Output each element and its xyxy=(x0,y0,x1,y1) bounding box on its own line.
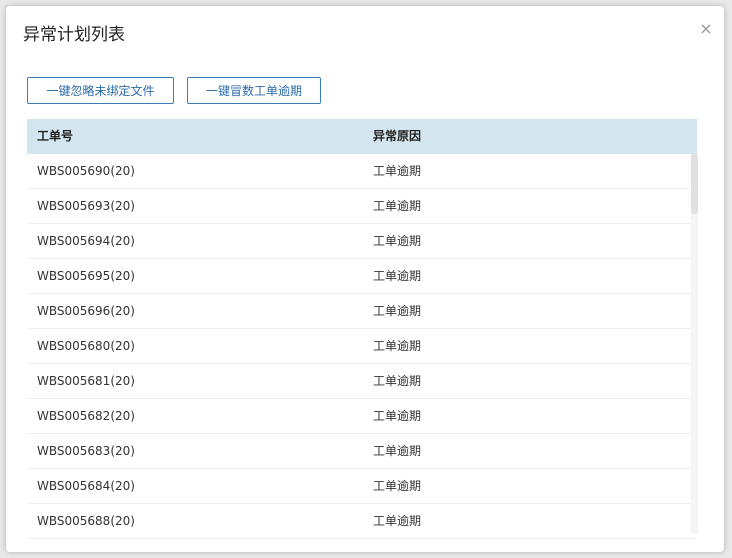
order-number-cell: WBS005684(20) xyxy=(37,479,135,493)
reason-cell: 工单逾期 xyxy=(373,514,422,528)
reason-cell: 工单逾期 xyxy=(373,304,422,318)
reason-cell: 工单逾期 xyxy=(373,374,422,388)
order-number-cell: WBS005682(20) xyxy=(37,409,135,423)
scrollbar-thumb[interactable] xyxy=(691,154,698,214)
ignore-unbound-files-button[interactable]: 一键忽略未绑定文件 xyxy=(27,77,174,104)
table-scrollbar[interactable] xyxy=(691,154,698,534)
reason-cell: 工单逾期 xyxy=(373,479,422,493)
reason-cell: 工单逾期 xyxy=(373,234,422,248)
reason-cell: 工单逾期 xyxy=(373,444,422,458)
abnormal-plan-table: 工单号 异常原因 WBS005690(20) 工单逾期 WBS005693(20) 工… xyxy=(27,119,697,544)
table-row[interactable]: WBS005696(20) 工单逾期 xyxy=(27,294,697,329)
order-number-cell: WBS005695(20) xyxy=(37,269,135,283)
order-number-cell: WBS005683(20) xyxy=(37,444,135,458)
column-header-reason: 异常原因 xyxy=(373,129,422,143)
reason-cell: 工单逾期 xyxy=(373,339,422,353)
table-row[interactable]: WBS005693(20) 工单逾期 xyxy=(27,189,697,224)
reason-cell: 工单逾期 xyxy=(373,164,422,178)
table-row[interactable]: WBS005680(20) 工单逾期 xyxy=(27,329,697,364)
column-header-order-number: 工单号 xyxy=(37,129,74,143)
table-row[interactable]: WBS005682(20) 工单逾期 xyxy=(27,399,697,434)
table-row[interactable]: WBS005694(20) 工单逾期 xyxy=(27,224,697,259)
table-row[interactable]: WBS005688(20) 工单逾期 xyxy=(27,504,697,539)
reason-cell: 工单逾期 xyxy=(373,269,422,283)
order-number-cell: WBS005696(20) xyxy=(37,304,135,318)
table-body: WBS005690(20) 工单逾期 WBS005693(20) 工单逾期 WBS005… xyxy=(27,154,697,539)
table-row[interactable]: WBS005684(20) 工单逾期 xyxy=(27,469,697,504)
order-number-cell: WBS005688(20) xyxy=(37,514,135,528)
reason-cell: 工单逾期 xyxy=(373,199,422,213)
order-number-cell: WBS005681(20) xyxy=(37,374,135,388)
abnormal-plan-dialog: 异常计划列表 × 一键忽略未绑定文件 一键冒数工单逾期 工单号 异常原因 WBS… xyxy=(6,6,724,552)
reason-cell: 工单逾期 xyxy=(373,409,422,423)
table-row[interactable]: WBS005681(20) 工单逾期 xyxy=(27,364,697,399)
order-number-cell: WBS005680(20) xyxy=(37,339,135,353)
batch-overdue-button[interactable]: 一键冒数工单逾期 xyxy=(187,77,321,104)
table-row[interactable]: WBS005683(20) 工单逾期 xyxy=(27,434,697,469)
table-header: 工单号 异常原因 xyxy=(27,119,697,154)
order-number-cell: WBS005690(20) xyxy=(37,164,135,178)
order-number-cell: WBS005693(20) xyxy=(37,199,135,213)
order-number-cell: WBS005694(20) xyxy=(37,234,135,248)
table-row[interactable]: WBS005695(20) 工单逾期 xyxy=(27,259,697,294)
close-icon[interactable]: × xyxy=(698,21,714,37)
table-row[interactable]: WBS005690(20) 工单逾期 xyxy=(27,154,697,189)
dialog-title: 异常计划列表 xyxy=(23,25,125,45)
